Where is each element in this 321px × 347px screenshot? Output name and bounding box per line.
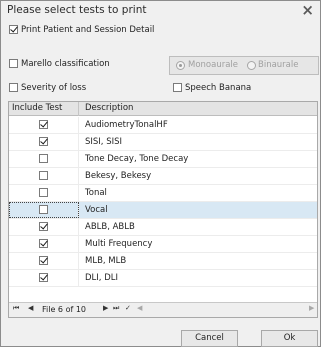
test-description: MLB, MLB	[85, 256, 127, 266]
include-test-checkbox[interactable]	[39, 239, 48, 248]
title-bar: Please select tests to print ×	[1, 1, 320, 20]
table-row[interactable]: Tonal	[9, 185, 317, 202]
binaurale-label: Binaurale	[258, 60, 299, 70]
cell-divider	[78, 253, 79, 270]
include-test-checkbox[interactable]	[39, 188, 48, 197]
binaurale-radio[interactable]	[247, 61, 256, 70]
test-description: ABLB, ABLB	[85, 222, 135, 232]
dialog-title: Please select tests to print	[7, 4, 147, 16]
focus-rectangle	[9, 202, 79, 218]
test-description: Vocal	[85, 205, 108, 215]
test-description: Tonal	[85, 188, 107, 198]
include-test-checkbox[interactable]	[39, 137, 48, 146]
confirm-icon[interactable]: ✓	[125, 304, 131, 312]
marello-classification-checkbox[interactable]	[9, 59, 18, 68]
cancel-button[interactable]: Cancel	[181, 330, 238, 347]
first-record-icon[interactable]: ⏮	[13, 304, 19, 313]
test-description: Tone Decay, Tone Decay	[85, 154, 189, 164]
prev-record-icon[interactable]: ◀	[28, 304, 33, 312]
table-row[interactable]: DLI, DLI	[9, 270, 317, 287]
table-row[interactable]: Vocal	[9, 202, 317, 219]
cell-divider	[78, 151, 79, 168]
scroll-right-icon[interactable]: ▶	[309, 304, 314, 312]
include-test-checkbox[interactable]	[39, 222, 48, 231]
severity-of-loss-label: Severity of loss	[21, 83, 87, 93]
include-test-checkbox[interactable]	[39, 256, 48, 265]
include-test-checkbox[interactable]	[39, 171, 48, 180]
close-icon[interactable]: ×	[301, 1, 314, 20]
cell-divider	[78, 168, 79, 185]
cell-divider	[78, 134, 79, 151]
print-tests-dialog: Please select tests to print × Print Pat…	[0, 0, 321, 347]
print-patient-detail-checkbox[interactable]	[9, 25, 18, 34]
test-description: AudiometryTonalHF	[85, 120, 168, 130]
table-row[interactable]: MLB, MLB	[9, 253, 317, 270]
next-record-icon[interactable]: ▶	[103, 304, 108, 312]
marello-classification-label: Marello classification	[21, 59, 110, 69]
column-header-description[interactable]: Description	[85, 103, 133, 113]
test-description: Multi Frequency	[85, 239, 153, 249]
speech-banana-checkbox[interactable]	[173, 83, 182, 92]
cell-divider	[78, 219, 79, 236]
test-description: Bekesy, Bekesy	[85, 171, 152, 181]
test-description: SISI, SISI	[85, 137, 123, 147]
scroll-left-icon[interactable]: ◀	[137, 304, 142, 312]
table-row[interactable]: ABLB, ABLB	[9, 219, 317, 236]
column-divider	[78, 102, 79, 116]
include-test-checkbox[interactable]	[39, 154, 48, 163]
monoaurale-label: Monoaurale	[188, 60, 239, 70]
grid-header: Include Test Description	[9, 102, 317, 116]
horizontal-scrollbar[interactable]: ◀ ▶	[137, 304, 317, 315]
table-row[interactable]: SISI, SISI	[9, 134, 317, 151]
ok-button[interactable]: Ok	[261, 330, 318, 347]
print-patient-detail-label: Print Patient and Session Detail	[21, 25, 155, 35]
record-status: File 6 of 10	[42, 305, 86, 314]
table-row[interactable]: Multi Frequency	[9, 236, 317, 253]
record-navigator: ⏮ ◀ File 6 of 10 ▶ ⏭ ✓ ◀ ▶	[9, 302, 317, 317]
column-header-include[interactable]: Include Test	[12, 103, 62, 113]
cell-divider	[78, 185, 79, 202]
test-description: DLI, DLI	[85, 273, 118, 283]
table-row[interactable]: Bekesy, Bekesy	[9, 168, 317, 185]
table-row[interactable]: Tone Decay, Tone Decay	[9, 151, 317, 168]
table-row[interactable]: AudiometryTonalHF	[9, 117, 317, 134]
cell-divider	[78, 270, 79, 287]
ear-mode-radio-group: Monoaurale Binaurale	[169, 56, 319, 75]
tests-grid: Include Test Description AudiometryTonal…	[8, 101, 318, 318]
cell-divider	[78, 236, 79, 253]
severity-of-loss-checkbox[interactable]	[9, 83, 18, 92]
speech-banana-label: Speech Banana	[185, 83, 252, 93]
cell-divider	[78, 117, 79, 134]
monoaurale-radio[interactable]	[176, 61, 185, 70]
include-test-checkbox[interactable]	[39, 120, 48, 129]
include-test-checkbox[interactable]	[39, 273, 48, 282]
last-record-icon[interactable]: ⏭	[113, 304, 119, 313]
